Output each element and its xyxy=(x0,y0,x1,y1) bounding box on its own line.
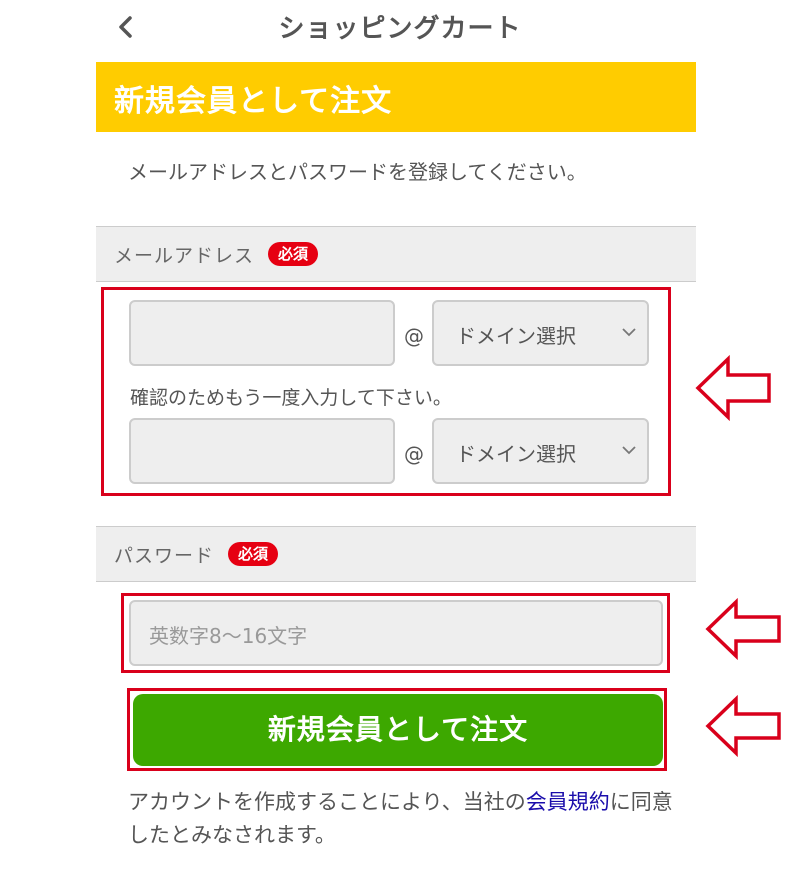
page-title: ショッピングカート xyxy=(278,14,522,44)
terms-notice: アカウントを作成することにより、当社の会員規約に同意したとみなされます。 xyxy=(128,786,688,852)
required-badge: 必須 xyxy=(228,542,278,566)
arrow-left-icon xyxy=(705,695,781,757)
email-section-header: メールアドレス 必須 xyxy=(96,226,696,282)
arrow-left-icon xyxy=(695,355,771,421)
back-chevron-icon[interactable] xyxy=(112,12,140,42)
password-section-header: パスワード 必須 xyxy=(96,526,696,582)
terms-link[interactable]: 会員規約 xyxy=(526,790,610,814)
arrow-left-icon xyxy=(705,598,781,660)
email-label: メールアドレス xyxy=(114,245,255,267)
banner-title: 新規会員として注文 xyxy=(114,84,393,119)
required-badge: 必須 xyxy=(268,242,318,266)
terms-text-before: アカウントを作成することにより、当社の xyxy=(128,790,526,814)
intro-text: メールアドレスとパスワードを登録してください。 xyxy=(128,160,587,184)
button-highlight-box xyxy=(127,688,667,771)
section-banner: 新規会員として注文 xyxy=(96,62,696,132)
email-highlight-box xyxy=(101,287,671,496)
password-label: パスワード xyxy=(114,545,215,567)
password-highlight-box xyxy=(121,593,670,673)
